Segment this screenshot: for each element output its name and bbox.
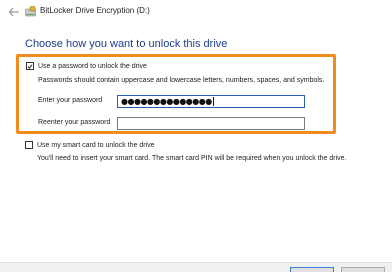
title-bar: BitLocker Drive Encryption (D:) xyxy=(0,0,392,24)
enter-password-value: ●●●●●●●●●●●●●● xyxy=(121,96,212,106)
reenter-password-field[interactable] xyxy=(117,117,305,130)
smartcard-option-label: Use my smart card to unlock the drive xyxy=(37,141,155,149)
smartcard-note: You'll need to insert your smart card. T… xyxy=(37,155,347,162)
enter-password-field[interactable]: ●●●●●●●●●●●●●● xyxy=(117,95,305,108)
text-caret xyxy=(212,97,214,106)
password-requirements-note: Passwords should contain uppercase and l… xyxy=(38,77,325,84)
back-arrow-icon xyxy=(8,7,19,17)
reenter-password-label: Reenter your password xyxy=(38,119,111,126)
cancel-button[interactable] xyxy=(341,267,385,272)
bitlocker-window: BitLocker Drive Encryption (D:) Choose h… xyxy=(0,0,392,272)
bitlocker-drive-icon xyxy=(25,6,36,17)
smartcard-option-checkbox[interactable] xyxy=(25,141,33,149)
page-heading: Choose how you want to unlock this drive xyxy=(25,38,228,50)
next-button[interactable] xyxy=(290,267,334,272)
checkmark-icon xyxy=(27,63,33,69)
back-button[interactable] xyxy=(7,5,21,19)
window-title: BitLocker Drive Encryption (D:) xyxy=(40,6,150,15)
password-option-label: Use a password to unlock the drive xyxy=(38,62,147,70)
enter-password-label: Enter your password xyxy=(38,97,103,104)
password-option-checkbox[interactable] xyxy=(26,62,34,70)
password-option-row[interactable]: Use a password to unlock the drive xyxy=(26,62,147,70)
smartcard-option-row[interactable]: Use my smart card to unlock the drive xyxy=(25,141,155,149)
